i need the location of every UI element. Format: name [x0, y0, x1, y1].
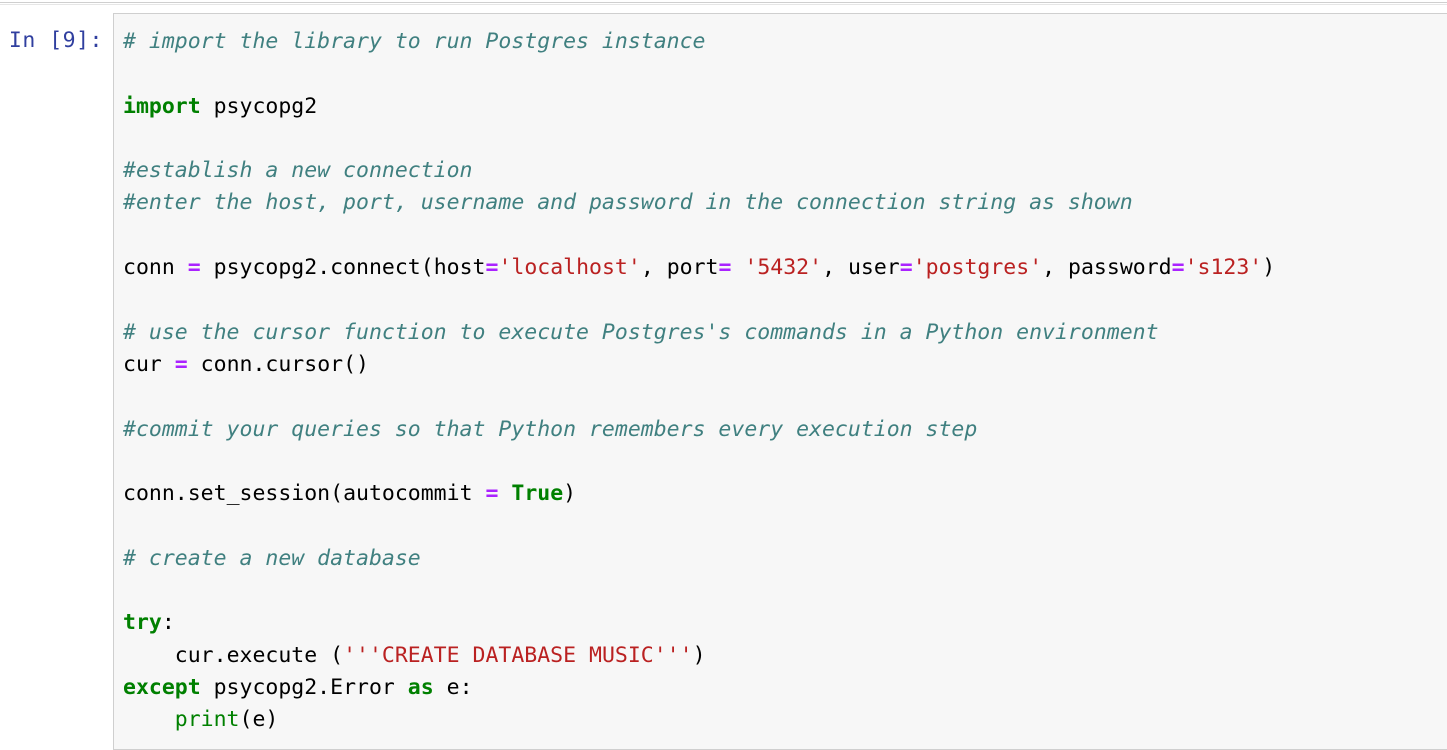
- code-token-s: 'localhost': [498, 255, 640, 280]
- code-token-n: password: [1068, 255, 1172, 280]
- code-token-n: psycopg2: [201, 255, 318, 280]
- code-token-c: #commit your queries so that Python reme…: [123, 417, 977, 442]
- code-token-kc: True: [511, 481, 563, 506]
- code-token-n: psycopg2: [201, 94, 318, 119]
- code-token-p: (: [330, 481, 343, 506]
- code-token-c: # use the cursor function to execute Pos…: [123, 320, 1159, 345]
- code-token-p: .: [214, 643, 227, 668]
- code-token-n: e: [434, 675, 460, 700]
- code-token-n: Error: [330, 675, 408, 700]
- code-token-n: execute: [227, 643, 331, 668]
- code-token-n: [123, 707, 175, 732]
- code-token-n: psycopg2: [201, 675, 318, 700]
- code-token-n: host: [434, 255, 486, 280]
- code-token-n: e: [252, 707, 265, 732]
- code-token-s: 'postgres': [913, 255, 1042, 280]
- code-token-op: =: [719, 255, 732, 280]
- code-token-c: # create a new database: [123, 546, 421, 571]
- code-token-p: ,: [1042, 255, 1068, 280]
- code-token-n: autocommit: [343, 481, 485, 506]
- code-token-p: .: [252, 352, 265, 377]
- code-token-p: (: [240, 707, 253, 732]
- code-token-p: (: [330, 643, 343, 668]
- code-token-p: .: [175, 481, 188, 506]
- code-input-area[interactable]: # import the library to run Postgres ins…: [113, 13, 1447, 750]
- cell-execution-prompt: In [9]:: [0, 13, 113, 52]
- code-token-n: conn: [123, 481, 175, 506]
- code-token-n: port: [667, 255, 719, 280]
- code-token-p: .: [317, 675, 330, 700]
- code-token-n: [731, 255, 744, 280]
- code-token-c: #enter the host, port, username and pass…: [123, 190, 1133, 215]
- code-token-op: =: [485, 481, 498, 506]
- code-token-p: ): [693, 643, 706, 668]
- code-token-s: '5432': [744, 255, 822, 280]
- code-token-nb: print: [175, 707, 240, 732]
- code-token-p: .: [317, 255, 330, 280]
- code-token-n: connect: [330, 255, 421, 280]
- code-token-k: import: [123, 94, 201, 119]
- code-token-n: cur: [123, 352, 175, 377]
- code-token-n: conn: [188, 352, 253, 377]
- code-token-n: [498, 481, 511, 506]
- code-token-p: ): [563, 481, 576, 506]
- code-token-n: cursor: [265, 352, 343, 377]
- code-token-p: ): [1262, 255, 1275, 280]
- code-token-op: =: [175, 352, 188, 377]
- code-token-c: # import the library to run Postgres ins…: [123, 29, 705, 54]
- code-token-s: 's123': [1185, 255, 1263, 280]
- code-token-n: conn: [123, 255, 188, 280]
- code-token-k: try: [123, 610, 162, 635]
- code-token-k: except: [123, 675, 201, 700]
- code-cell[interactable]: In [9]: # import the library to run Post…: [0, 13, 1447, 750]
- code-token-op: =: [900, 255, 913, 280]
- code-token-n: set_session: [188, 481, 330, 506]
- code-token-op: =: [1172, 255, 1185, 280]
- notebook-container: In [9]: # import the library to run Post…: [0, 0, 1447, 750]
- code-token-p: (: [421, 255, 434, 280]
- code-token-p: (): [343, 352, 369, 377]
- code-token-p: ,: [641, 255, 667, 280]
- code-token-n: user: [848, 255, 900, 280]
- code-token-op: =: [188, 255, 201, 280]
- code-token-op: =: [485, 255, 498, 280]
- code-token-p: ,: [822, 255, 848, 280]
- code-token-p: :: [162, 610, 175, 635]
- code-token-n: cur: [123, 643, 214, 668]
- code-token-p: ): [265, 707, 278, 732]
- code-token-p: :: [460, 675, 473, 700]
- code-source[interactable]: # import the library to run Postgres ins…: [123, 26, 1447, 737]
- code-token-s: '''CREATE DATABASE MUSIC''': [343, 643, 693, 668]
- code-token-c: #establish a new connection: [123, 158, 473, 183]
- code-token-k: as: [408, 675, 434, 700]
